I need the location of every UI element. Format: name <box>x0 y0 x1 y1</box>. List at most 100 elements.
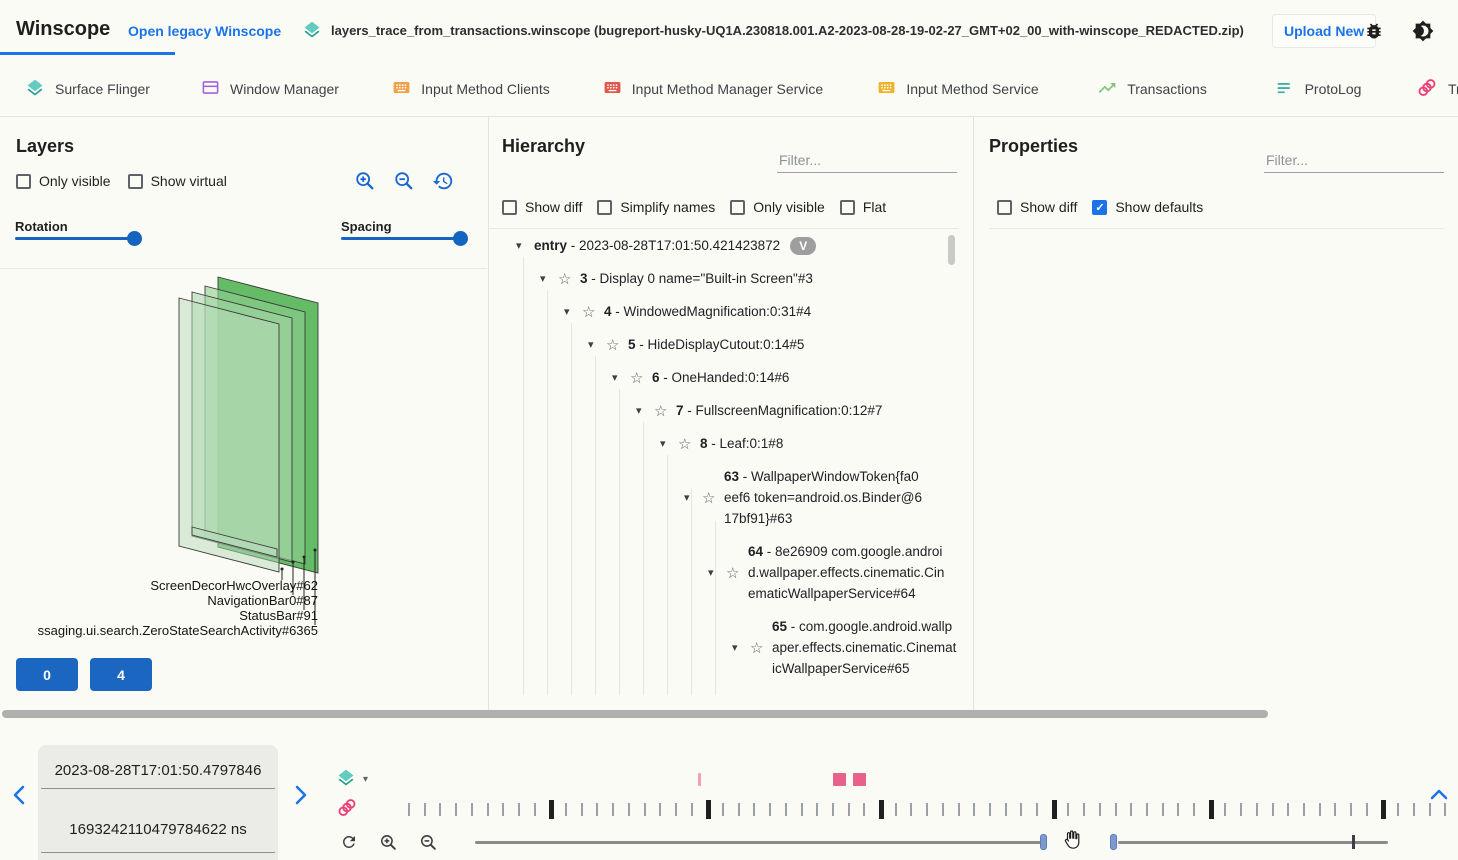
horizontal-scrollbar[interactable] <box>2 710 1268 718</box>
pin-star-icon[interactable]: ☆ <box>726 564 748 582</box>
expand-caret-icon[interactable]: ▾ <box>636 404 654 417</box>
expand-caret-icon[interactable]: ▾ <box>732 641 750 654</box>
expand-caret-icon[interactable]: ▾ <box>588 338 606 351</box>
expand-caret-icon[interactable]: ▾ <box>516 239 534 252</box>
dark-mode-icon[interactable] <box>1412 20 1434 47</box>
pin-star-icon[interactable]: ☆ <box>702 489 724 507</box>
tree-node[interactable]: ▾☆65 - com.google.android.wallpaper.effe… <box>490 610 958 685</box>
hierarchy-scrollbar[interactable] <box>948 235 955 265</box>
checkbox-option[interactable]: Simplify names <box>597 199 715 215</box>
ruler-tick <box>424 803 426 816</box>
tree-node[interactable]: ▾☆3 - Display 0 name="Built-in Screen"#3 <box>490 262 958 295</box>
layers-icon[interactable] <box>336 768 356 793</box>
spacing-slider-track[interactable] <box>341 237 467 240</box>
prev-entry-icon[interactable] <box>8 782 32 813</box>
rotation-slider-thumb[interactable] <box>127 231 142 246</box>
checkbox-option[interactable]: Show defaults <box>1092 199 1203 215</box>
pin-star-icon[interactable]: ☆ <box>678 435 700 453</box>
pin-star-icon[interactable]: ☆ <box>630 369 652 387</box>
tab-surface-flinger[interactable]: Surface Flinger <box>0 62 175 116</box>
checkbox-unchecked[interactable] <box>597 200 612 215</box>
ruler-tick <box>455 803 457 816</box>
timeline-range-track[interactable] <box>475 841 1041 844</box>
expand-caret-icon[interactable]: ▾ <box>564 305 582 318</box>
timestamp-human-input[interactable]: 2023-08-28T17:01:50.4797846 <box>38 762 278 779</box>
pin-star-icon[interactable]: ☆ <box>582 303 604 321</box>
ruler-tick <box>1193 803 1195 816</box>
checkbox-unchecked[interactable] <box>128 174 143 189</box>
expand-caret-icon[interactable]: ▾ <box>684 491 702 504</box>
checkbox-label: Flat <box>863 199 886 215</box>
checkbox-checked[interactable] <box>1092 200 1107 215</box>
checkbox-option[interactable]: Show diff <box>502 199 582 215</box>
properties-filter-input[interactable] <box>1264 148 1444 173</box>
rotation-slider-label: Rotation <box>15 219 68 234</box>
tree-node[interactable]: ▾entry - 2023-08-28T17:01:50.421423872V <box>490 229 958 262</box>
tree-node[interactable]: ▾☆7 - FullscreenMagnification:0:12#7 <box>490 394 958 427</box>
tree-node[interactable]: ▾☆8 - Leaf:0:1#8 <box>490 427 958 460</box>
tab-transactions[interactable]: Transactions <box>1067 62 1237 116</box>
tab-transitions[interactable]: Transitions <box>1399 62 1458 116</box>
tree-node-label: 65 - com.google.android.wallpaper.effect… <box>772 616 958 679</box>
timestamp-ns-input[interactable]: 1693242110479784622 ns <box>38 821 278 838</box>
tree-node[interactable]: ▾☆63 - WallpaperWindowToken{fa0eef6 toke… <box>490 460 958 535</box>
properties-separator <box>989 228 1444 229</box>
range-handle-right[interactable] <box>1110 834 1117 850</box>
tab-protolog[interactable]: ProtoLog <box>1237 62 1399 116</box>
range-handle-left[interactable] <box>1040 834 1047 850</box>
checkbox-option[interactable]: Show diff <box>997 199 1077 215</box>
ruler-tick <box>1005 803 1007 816</box>
checkbox-option[interactable]: Only visible <box>16 173 111 189</box>
expand-caret-icon[interactable]: ▾ <box>540 272 558 285</box>
upload-new-button[interactable]: Upload New <box>1272 14 1376 48</box>
bug-report-icon[interactable] <box>1364 21 1384 46</box>
pin-star-icon[interactable]: ☆ <box>750 639 772 657</box>
rotation-slider-track[interactable] <box>15 237 141 240</box>
tree-node[interactable]: ▾☆4 - WindowedMagnification:0:31#4 <box>490 295 958 328</box>
app-title: Winscope <box>16 18 110 41</box>
tab-label: ProtoLog <box>1305 81 1362 97</box>
zoom-in-icon[interactable] <box>354 170 376 197</box>
timeline-range-track[interactable] <box>1118 841 1388 844</box>
checkbox-option[interactable]: Only visible <box>730 199 825 215</box>
zoom-in-icon[interactable] <box>379 833 398 857</box>
checkbox-option[interactable]: Flat <box>840 199 886 215</box>
transitions-icon[interactable] <box>336 797 358 824</box>
tree-node[interactable]: ▾☆5 - HideDisplayCutout:0:14#5 <box>490 328 958 361</box>
checkbox-unchecked[interactable] <box>16 174 31 189</box>
display-button[interactable]: 4 <box>90 658 152 691</box>
zoom-out-icon[interactable] <box>419 833 438 857</box>
timeline-ruler[interactable] <box>400 799 1458 823</box>
tab-label: Surface Flinger <box>55 81 150 97</box>
spacing-slider-thumb[interactable] <box>453 231 468 246</box>
next-entry-icon[interactable] <box>288 782 312 813</box>
expand-caret-icon[interactable]: ▾ <box>612 371 630 384</box>
ruler-tick <box>1381 800 1386 819</box>
tab-window-manager[interactable]: Window Manager <box>175 62 365 116</box>
dropdown-caret-icon[interactable]: ▾ <box>363 774 368 785</box>
ruler-tick <box>1413 803 1415 816</box>
expand-caret-icon[interactable]: ▾ <box>660 437 678 450</box>
zoom-out-icon[interactable] <box>393 170 415 197</box>
history-icon[interactable] <box>432 170 454 197</box>
tab-input-method-service[interactable]: Input Method Service <box>849 62 1067 116</box>
display-button[interactable]: 0 <box>16 658 78 691</box>
pin-star-icon[interactable]: ☆ <box>606 336 628 354</box>
open-legacy-link[interactable]: Open legacy Winscope <box>128 23 281 39</box>
tab-input-method-manager-service[interactable]: Input Method Manager Service <box>577 62 849 116</box>
checkbox-unchecked[interactable] <box>502 200 517 215</box>
tree-node[interactable]: ▾☆6 - OneHanded:0:14#6 <box>490 361 958 394</box>
hierarchy-filter-input[interactable] <box>777 148 957 173</box>
checkbox-option[interactable]: Show virtual <box>128 173 227 189</box>
expand-caret-icon[interactable]: ▾ <box>708 566 726 579</box>
tree-node[interactable]: ▾☆64 - 8e26909 com.google.android.wallpa… <box>490 535 958 610</box>
refresh-icon[interactable] <box>340 833 358 856</box>
collapse-timeline-icon[interactable] <box>1426 784 1452 811</box>
pin-star-icon[interactable]: ☆ <box>654 402 676 420</box>
checkbox-unchecked[interactable] <box>730 200 745 215</box>
tab-input-method-clients[interactable]: Input Method Clients <box>365 62 577 116</box>
pin-star-icon[interactable]: ☆ <box>558 270 580 288</box>
checkbox-unchecked[interactable] <box>840 200 855 215</box>
layers-3d-view[interactable] <box>0 269 487 709</box>
checkbox-unchecked[interactable] <box>997 200 1012 215</box>
